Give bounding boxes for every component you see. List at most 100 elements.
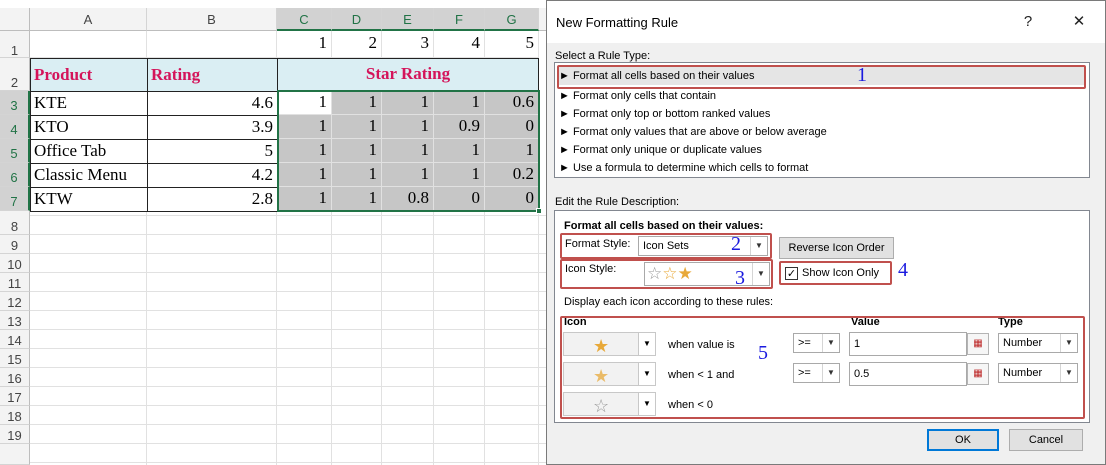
row-header[interactable]: 16 bbox=[0, 368, 30, 387]
row-header[interactable]: 7 bbox=[0, 187, 30, 211]
star-cell[interactable]: 1 bbox=[485, 139, 539, 163]
cell[interactable]: 4 bbox=[434, 31, 485, 58]
star-cell[interactable]: 0.8 bbox=[382, 187, 434, 211]
close-button[interactable]: ✕ bbox=[1062, 9, 1096, 35]
product-cell[interactable]: KTE bbox=[30, 91, 148, 116]
rating-cell[interactable]: 3.9 bbox=[147, 115, 278, 140]
star-cell[interactable]: 0 bbox=[485, 115, 539, 139]
rating-cell[interactable]: 4.2 bbox=[147, 163, 278, 188]
star-cell[interactable]: 1 bbox=[277, 115, 332, 139]
column-header-d[interactable]: D bbox=[332, 8, 382, 31]
value-input-1[interactable]: 1 bbox=[849, 332, 967, 356]
operator-dropdown[interactable]: >= ▼ bbox=[793, 363, 840, 383]
row-header[interactable]: 19 bbox=[0, 425, 30, 444]
type-dropdown-2[interactable]: Number ▼ bbox=[998, 363, 1078, 383]
cell[interactable] bbox=[30, 31, 147, 58]
title-bar[interactable]: New Formatting Rule ? ✕ bbox=[547, 1, 1105, 43]
column-header-g[interactable]: G bbox=[485, 8, 539, 31]
row-header[interactable]: 10 bbox=[0, 254, 30, 273]
star-cell[interactable]: 1 bbox=[332, 115, 382, 139]
fill-handle[interactable] bbox=[536, 208, 542, 214]
row-header[interactable]: 2 bbox=[0, 58, 30, 91]
rule-type-item[interactable]: ► Use a formula to determine which cells… bbox=[559, 159, 1085, 177]
column-header-a[interactable]: A bbox=[30, 8, 147, 31]
select-all-corner[interactable] bbox=[0, 8, 30, 31]
star-cell[interactable]: 1 bbox=[277, 163, 332, 187]
row-header[interactable]: 8 bbox=[0, 211, 30, 235]
header-rating[interactable]: Rating bbox=[147, 58, 278, 92]
cancel-button[interactable]: Cancel bbox=[1009, 429, 1083, 451]
row-header[interactable]: 5 bbox=[0, 139, 30, 163]
row-header[interactable]: 4 bbox=[0, 115, 30, 139]
value-input-2[interactable]: 0.5 bbox=[849, 362, 967, 386]
row-header[interactable]: 9 bbox=[0, 235, 30, 254]
rating-cell[interactable]: 4.6 bbox=[147, 91, 278, 116]
rule-type-item[interactable]: ► Format only cells that contain bbox=[559, 87, 1085, 105]
icon-select-empty-star[interactable]: ☆ ▼ bbox=[563, 392, 656, 416]
reverse-icon-order-button[interactable]: Reverse Icon Order bbox=[779, 237, 894, 259]
cell[interactable]: 2 bbox=[332, 31, 382, 58]
icon-select-full-star[interactable]: ★ ▼ bbox=[563, 332, 656, 356]
cell[interactable]: 5 bbox=[485, 31, 539, 58]
operator-dropdown[interactable]: >= ▼ bbox=[793, 333, 840, 353]
row-header[interactable]: 11 bbox=[0, 273, 30, 292]
ok-button[interactable]: OK bbox=[927, 429, 999, 451]
cell-reference-icon[interactable]: ▦ bbox=[967, 363, 989, 385]
star-cell[interactable]: 1 bbox=[332, 187, 382, 211]
star-cell[interactable]: 1 bbox=[277, 187, 332, 211]
column-header-e[interactable]: E bbox=[382, 8, 434, 31]
column-header-b[interactable]: B bbox=[147, 8, 277, 31]
star-cell[interactable]: 1 bbox=[382, 139, 434, 163]
star-cell[interactable]: 1 bbox=[332, 91, 382, 115]
product-cell[interactable]: Office Tab bbox=[30, 139, 148, 164]
star-cell[interactable]: 1 bbox=[332, 163, 382, 187]
product-cell[interactable]: Classic Menu bbox=[30, 163, 148, 188]
cell[interactable]: 1 bbox=[277, 31, 332, 58]
row-header[interactable]: 1 bbox=[0, 31, 30, 58]
star-cell[interactable]: 0 bbox=[485, 187, 539, 211]
type-dropdown-1[interactable]: Number ▼ bbox=[998, 333, 1078, 353]
show-icon-only-checkbox[interactable]: ✓ Show Icon Only bbox=[782, 265, 885, 284]
icon-select-half-star[interactable]: ★ ▼ bbox=[563, 362, 656, 386]
star-cell[interactable]: 1 bbox=[277, 139, 332, 163]
rule-type-item[interactable]: ► Format only top or bottom ranked value… bbox=[559, 105, 1085, 123]
row-header[interactable]: 18 bbox=[0, 406, 30, 425]
star-cell[interactable]: 1 bbox=[382, 115, 434, 139]
product-cell[interactable]: KTW bbox=[30, 187, 148, 212]
star-cell[interactable]: 1 bbox=[434, 91, 485, 115]
star-cell[interactable]: 0.2 bbox=[485, 163, 539, 187]
help-button[interactable]: ? bbox=[1011, 9, 1045, 35]
cell[interactable] bbox=[147, 31, 277, 58]
star-cell[interactable]: 1 bbox=[434, 163, 485, 187]
star-cell[interactable]: 1 bbox=[382, 91, 434, 115]
rating-cell[interactable]: 5 bbox=[147, 139, 278, 164]
star-cell[interactable]: 0.9 bbox=[434, 115, 485, 139]
cell-reference-icon[interactable]: ▦ bbox=[967, 333, 989, 355]
row-header[interactable]: 6 bbox=[0, 163, 30, 187]
cell[interactable]: 3 bbox=[382, 31, 434, 58]
rating-cell[interactable]: 2.8 bbox=[147, 187, 278, 212]
column-header-c[interactable]: C bbox=[277, 8, 332, 31]
rule-type-item[interactable]: ► Format only unique or duplicate values bbox=[559, 141, 1085, 159]
row-header[interactable]: 17 bbox=[0, 387, 30, 406]
row-header[interactable]: 15 bbox=[0, 349, 30, 368]
row-header[interactable]: 12 bbox=[0, 292, 30, 311]
rule-type-item[interactable]: ► Format only values that are above or b… bbox=[559, 123, 1085, 141]
header-product[interactable]: Product bbox=[30, 58, 148, 92]
row-header[interactable]: 14 bbox=[0, 330, 30, 349]
star-cell[interactable]: 0 bbox=[434, 187, 485, 211]
icon-style-dropdown[interactable]: ☆☆★ ▼ bbox=[644, 262, 770, 286]
row-header[interactable]: 3 bbox=[0, 91, 30, 115]
row-header[interactable] bbox=[0, 444, 30, 465]
star-cell[interactable]: 0.6 bbox=[485, 91, 539, 115]
product-cell[interactable]: KTO bbox=[30, 115, 148, 140]
star-cell[interactable]: 1 bbox=[434, 139, 485, 163]
column-header-f[interactable]: F bbox=[434, 8, 485, 31]
row-header[interactable]: 13 bbox=[0, 311, 30, 330]
star-cell[interactable]: 1 bbox=[277, 91, 332, 115]
star-cell[interactable]: 1 bbox=[382, 163, 434, 187]
star-cell[interactable]: 1 bbox=[332, 139, 382, 163]
rule-type-item[interactable]: ► Format all cells based on their values bbox=[559, 67, 1085, 85]
format-style-dropdown[interactable]: Icon Sets ▼ bbox=[638, 236, 768, 256]
header-star-rating[interactable]: Star Rating bbox=[277, 58, 539, 92]
